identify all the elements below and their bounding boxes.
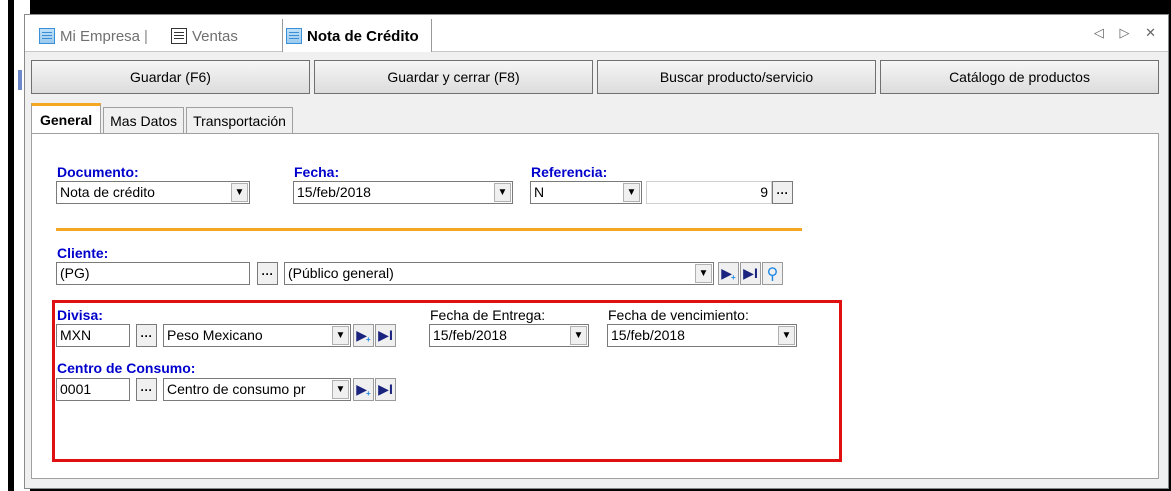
edit-centro-consumo-icon[interactable]: ▶I xyxy=(375,378,396,401)
tab-ventas[interactable]: Ventas xyxy=(171,23,238,49)
documento-label: Documento: xyxy=(57,164,139,180)
chevron-down-icon[interactable]: ▼ xyxy=(231,183,248,202)
edit-divisa-icon[interactable]: ▶I xyxy=(375,324,396,347)
cliente-name-value: (Público general) xyxy=(288,265,394,281)
search-icon[interactable]: ⚲ xyxy=(762,262,783,285)
centro-consumo-name-select[interactable]: Centro de consumo pr ▼ xyxy=(163,378,351,401)
toolbar: Guardar (F6) Guardar y cerrar (F8) Busca… xyxy=(31,60,1159,94)
chevron-down-icon[interactable]: ▼ xyxy=(332,380,349,399)
referencia-label: Referencia: xyxy=(531,164,608,180)
tab-separator: | xyxy=(144,27,148,45)
divisa-ellipsis-button[interactable]: ··· xyxy=(136,324,157,347)
save-button[interactable]: Guardar (F6) xyxy=(31,60,310,94)
edit-cliente-icon[interactable]: ▶I xyxy=(740,262,761,285)
chevron-down-icon[interactable]: ▼ xyxy=(570,326,587,345)
fecha-value: 15/feb/2018 xyxy=(297,184,371,200)
fecha-entrega-value: 15/feb/2018 xyxy=(433,327,507,343)
tab-mas-datos[interactable]: Mas Datos xyxy=(103,107,185,133)
centro-consumo-name-value: Centro de consumo pr xyxy=(167,381,306,397)
save-close-button[interactable]: Guardar y cerrar (F8) xyxy=(314,60,593,94)
documento-value: Nota de crédito xyxy=(60,184,155,200)
cliente-name-select[interactable]: (Público general) ▼ xyxy=(284,262,714,285)
chevron-down-icon[interactable]: ▼ xyxy=(623,183,640,202)
divisa-code-input[interactable]: MXN xyxy=(56,324,130,347)
cliente-label: Cliente: xyxy=(57,245,109,261)
fecha-vencimiento-value: 15/feb/2018 xyxy=(611,327,685,343)
section-divider xyxy=(56,228,802,231)
add-cliente-icon[interactable]: ▶ + xyxy=(718,262,739,285)
divisa-name-value: Peso Mexicano xyxy=(167,327,263,343)
fecha-label: Fecha: xyxy=(294,164,340,180)
centro-consumo-code-input[interactable]: 0001 xyxy=(56,378,130,401)
list-icon xyxy=(171,28,187,44)
frame-stripe xyxy=(8,0,14,491)
centro-consumo-ellipsis-button[interactable]: ··· xyxy=(136,378,157,401)
referencia-folio-input[interactable]: 9 xyxy=(646,181,772,204)
table-icon xyxy=(286,28,302,44)
cliente-code-input[interactable]: (PG) xyxy=(56,262,250,285)
fecha-entrega-select[interactable]: 15/feb/2018 ▼ xyxy=(429,324,589,347)
fecha-select[interactable]: 15/feb/2018 ▼ xyxy=(293,181,513,204)
fecha-entrega-label: Fecha de Entrega: xyxy=(430,307,546,323)
tab-label: Nota de Crédito xyxy=(307,27,419,45)
chevron-down-icon[interactable]: ▼ xyxy=(695,264,712,283)
document-tab-strip: Mi Empresa | Ventas Nota de Crédito ◁ ▷ … xyxy=(25,15,1168,52)
tab-general[interactable]: General xyxy=(31,103,102,133)
chevron-down-icon[interactable]: ▼ xyxy=(332,326,349,345)
fecha-vencimiento-label: Fecha de vencimiento: xyxy=(608,307,749,323)
app-window: Mi Empresa | Ventas Nota de Crédito ◁ ▷ … xyxy=(24,14,1169,489)
centro-consumo-label: Centro de Consumo: xyxy=(57,360,196,376)
referencia-serie-select[interactable]: N ▼ xyxy=(530,181,642,204)
general-panel: Documento: Nota de crédito ▼ Fecha: 15/f… xyxy=(31,133,1159,479)
tab-transportacion[interactable]: Transportación xyxy=(186,107,293,133)
add-divisa-icon[interactable]: ▶ + xyxy=(353,324,374,347)
chevron-down-icon[interactable]: ▼ xyxy=(494,183,511,202)
search-product-button[interactable]: Buscar producto/servicio xyxy=(597,60,876,94)
documento-select[interactable]: Nota de crédito ▼ xyxy=(56,181,250,204)
frame-marker xyxy=(18,70,22,90)
chevron-down-icon[interactable]: ▼ xyxy=(778,326,795,345)
product-catalog-button[interactable]: Catálogo de productos xyxy=(880,60,1159,94)
fecha-vencimiento-select[interactable]: 15/feb/2018 ▼ xyxy=(607,324,797,347)
add-centro-consumo-icon[interactable]: ▶ + xyxy=(353,378,374,401)
tab-mi-empresa[interactable]: Mi Empresa | xyxy=(39,23,148,49)
tab-label: Mi Empresa xyxy=(60,27,141,45)
cliente-ellipsis-button[interactable]: ··· xyxy=(257,262,278,285)
divisa-label: Divisa: xyxy=(57,307,103,323)
referencia-ellipsis-button[interactable]: ··· xyxy=(772,181,793,204)
divisa-name-select[interactable]: Peso Mexicano ▼ xyxy=(163,324,351,347)
window-controls[interactable]: ◁ ▷ ✕ xyxy=(1094,25,1162,41)
referencia-serie-value: N xyxy=(534,184,545,200)
tab-nota-de-credito[interactable]: Nota de Crédito xyxy=(286,23,419,49)
table-icon xyxy=(39,28,55,44)
tab-label: Ventas xyxy=(192,27,238,45)
page-tabs: General Mas Datos Transportación xyxy=(31,103,295,133)
